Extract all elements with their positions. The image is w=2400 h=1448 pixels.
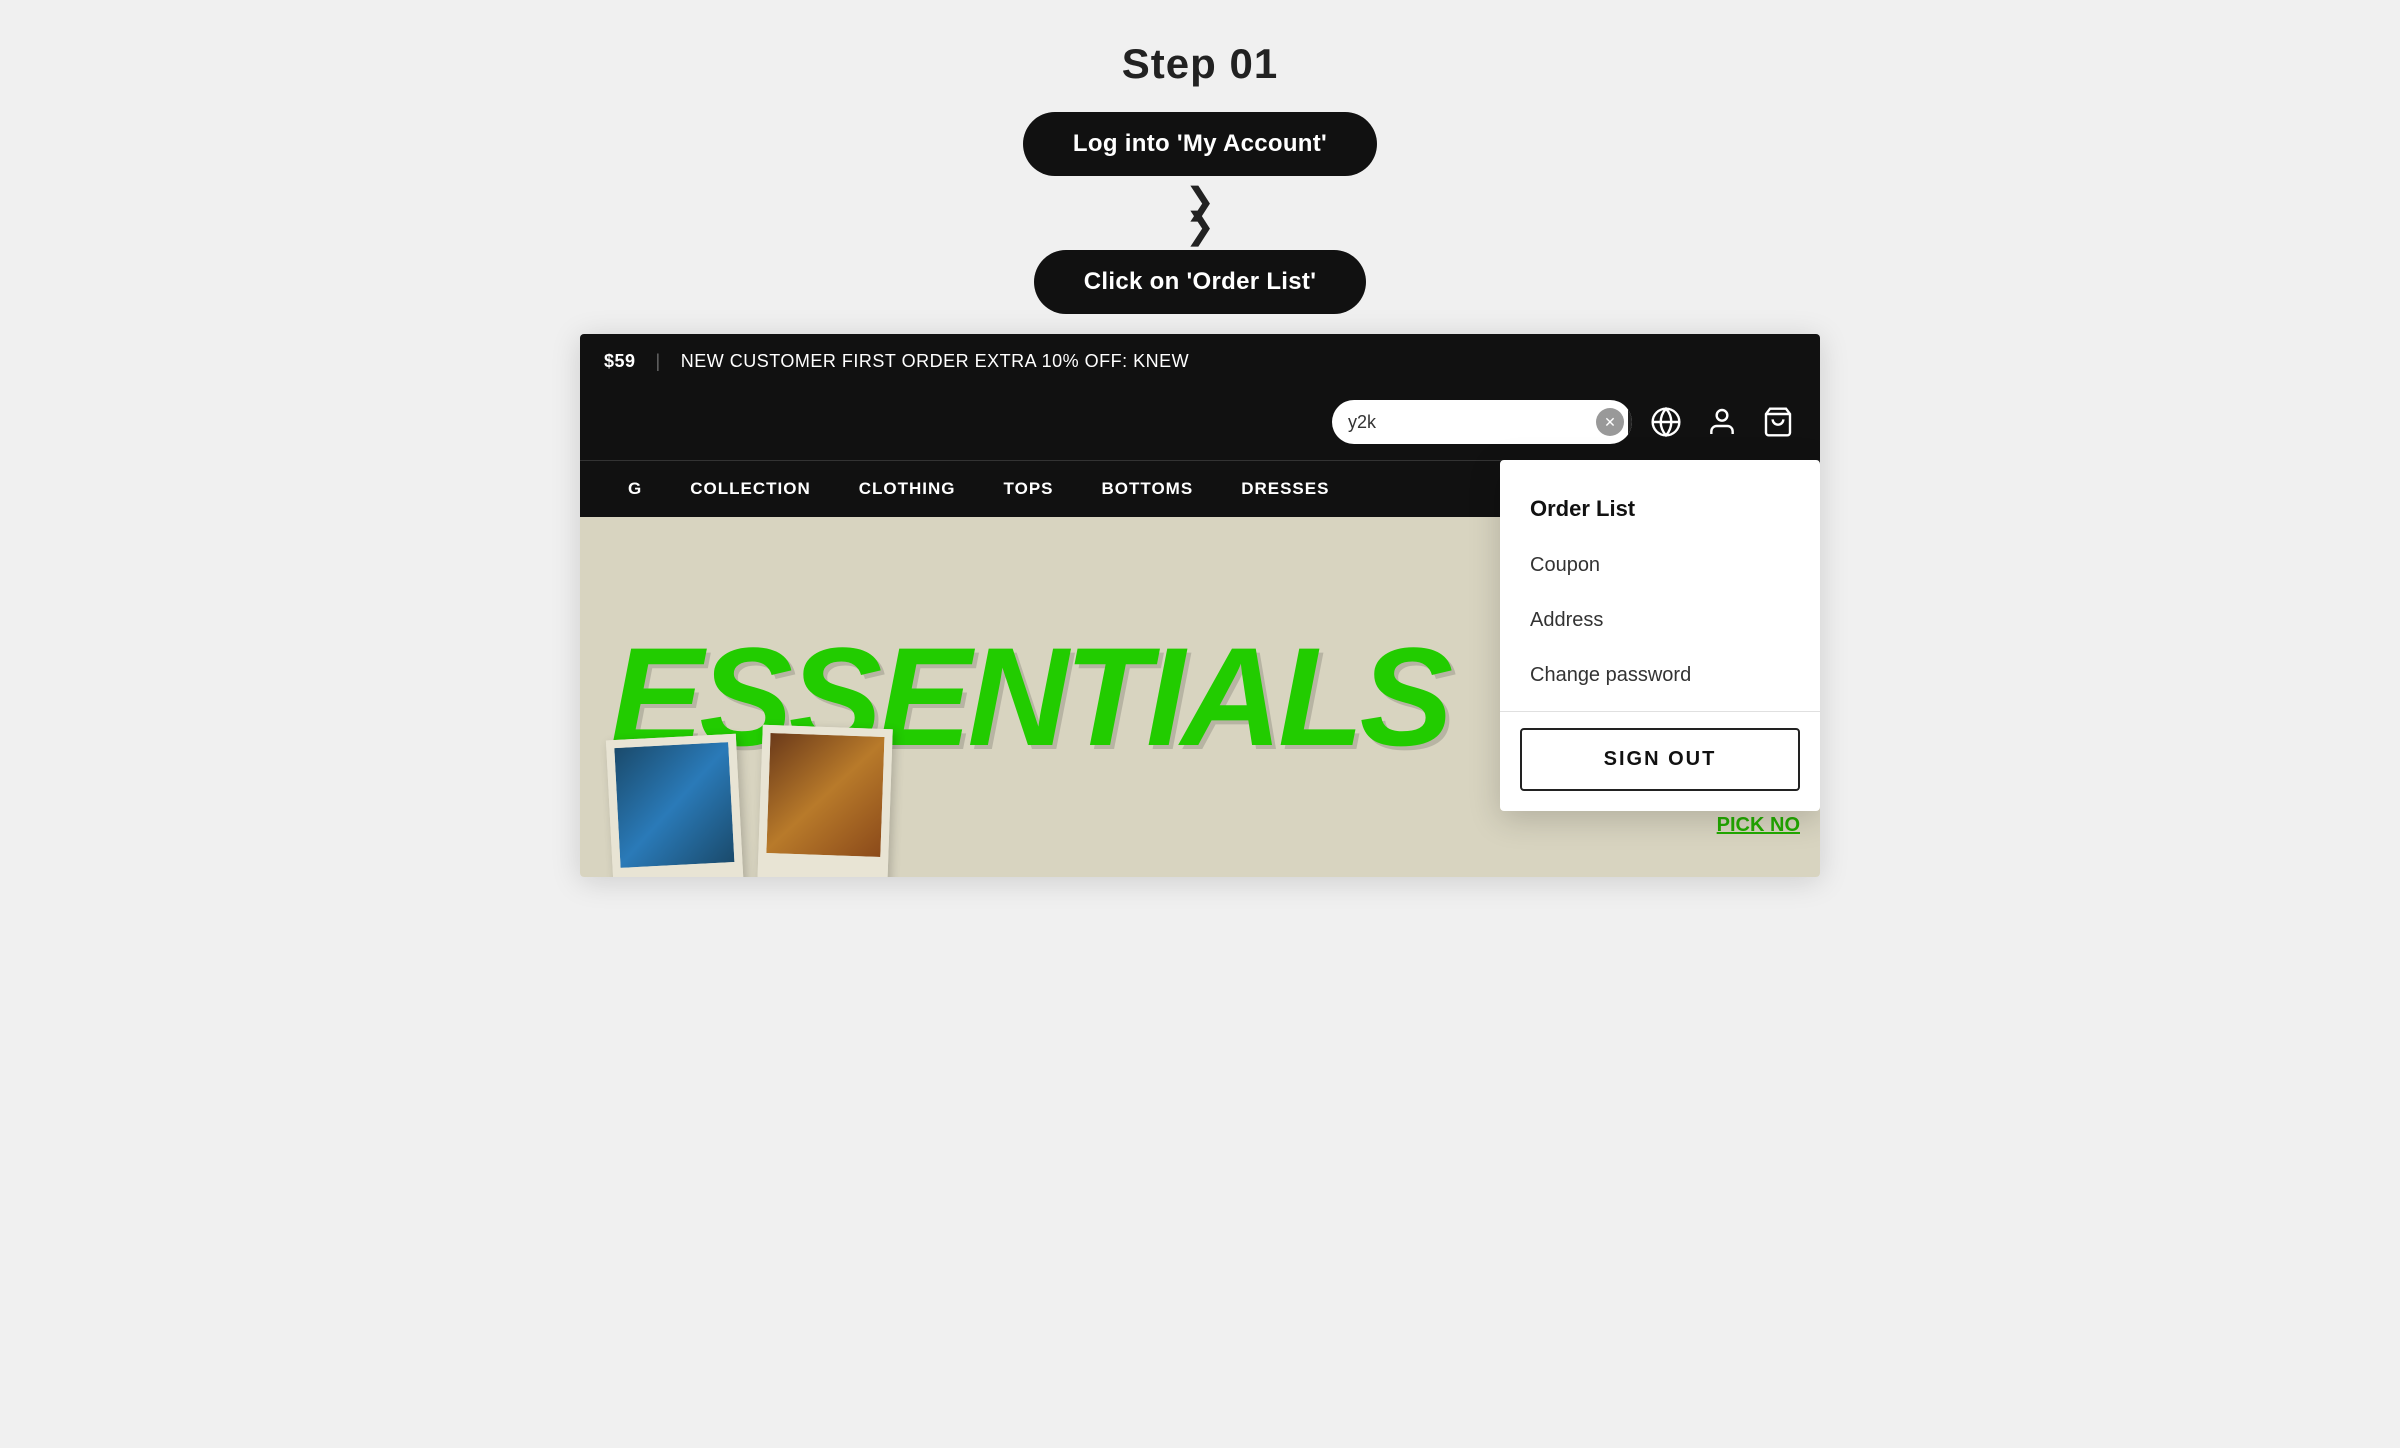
- photo-image-2: [766, 733, 884, 857]
- dropdown-change-password[interactable]: Change password: [1500, 648, 1820, 703]
- step-title: Step 01: [1122, 40, 1278, 88]
- header-icons: [1648, 404, 1796, 440]
- user-icon[interactable]: [1704, 404, 1740, 440]
- login-button[interactable]: Log into 'My Account': [1023, 112, 1377, 176]
- dropdown-coupon[interactable]: Coupon: [1500, 538, 1820, 593]
- photo-frame-2: [757, 725, 893, 877]
- dropdown-menu: Order List Coupon Address Change passwor…: [1500, 460, 1820, 811]
- dropdown-divider: [1500, 711, 1820, 712]
- photo-image-1: [614, 742, 734, 868]
- dropdown-order-list[interactable]: Order List: [1500, 480, 1820, 538]
- announcement-price: $59: [604, 351, 636, 372]
- nav-item-dresses[interactable]: DRESSES: [1217, 461, 1353, 517]
- nav-item-collection[interactable]: COLLECTION: [666, 461, 835, 517]
- search-input[interactable]: [1332, 402, 1596, 443]
- nav-section: G COLLECTION CLOTHING TOPS BOTTOMS DRESS…: [580, 460, 1820, 517]
- clear-icon[interactable]: ✕: [1596, 408, 1624, 436]
- search-button[interactable]: [1628, 400, 1632, 444]
- website-container: $59 | NEW CUSTOMER FIRST ORDER EXTRA 10%…: [580, 334, 1820, 877]
- pick-now-link[interactable]: PICK NO: [1717, 814, 1800, 837]
- order-list-button[interactable]: Click on 'Order List': [1034, 250, 1366, 314]
- sign-out-button[interactable]: SIGN OUT: [1520, 728, 1800, 791]
- announcement-bar: $59 | NEW CUSTOMER FIRST ORDER EXTRA 10%…: [580, 334, 1820, 388]
- nav-item-tops[interactable]: TOPS: [980, 461, 1078, 517]
- nav-item-g[interactable]: G: [604, 461, 666, 517]
- chevron-down-icon: ❯ ❯: [1185, 188, 1215, 238]
- hero-photos: [610, 737, 890, 877]
- photo-frame-1: [606, 734, 744, 877]
- instruction-area: Step 01 Log into 'My Account' ❯ ❯ Click …: [0, 0, 2400, 334]
- globe-icon[interactable]: [1648, 404, 1684, 440]
- dropdown-address[interactable]: Address: [1500, 593, 1820, 648]
- search-bar: ✕: [1332, 400, 1632, 444]
- nav-item-clothing[interactable]: CLOTHING: [835, 461, 980, 517]
- nav-item-bottoms[interactable]: BOTTOMS: [1078, 461, 1218, 517]
- header: ✕: [580, 388, 1820, 460]
- announcement-divider: |: [656, 351, 661, 372]
- cart-icon[interactable]: [1760, 404, 1796, 440]
- announcement-message: NEW CUSTOMER FIRST ORDER EXTRA 10% OFF: …: [681, 351, 1189, 372]
